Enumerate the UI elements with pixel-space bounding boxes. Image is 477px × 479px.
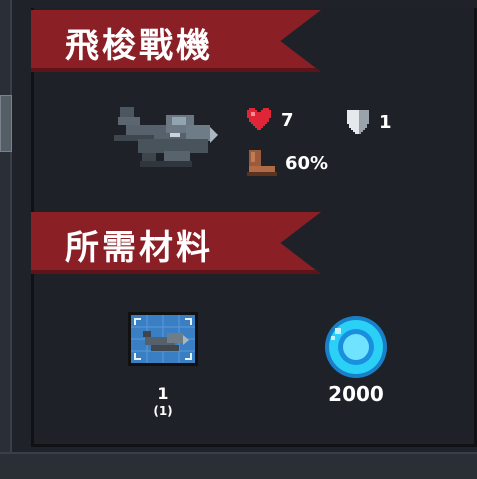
speed-value: 60% [285, 152, 329, 174]
blueprint-amount: 1 [157, 384, 169, 403]
fighter-jet-icon [114, 107, 218, 167]
materials-title-ribbon: 所需材料 [31, 212, 321, 274]
armor-value: 1 [379, 111, 392, 133]
gem-amount: 2000 [328, 382, 384, 406]
blueprint-fighter-icon [131, 315, 195, 363]
armor-stat: 1 [345, 108, 392, 136]
shield-icon [347, 110, 369, 134]
hp-stat: 7 [245, 108, 294, 132]
bottom-bar [0, 452, 477, 479]
unit-title: 飛梭戰機 [65, 26, 213, 66]
left-scroll-strip [0, 0, 12, 477]
blueprint-owned: (1) [153, 404, 173, 418]
blueprint-item[interactable] [128, 312, 198, 366]
blue-gem-coin-icon[interactable] [323, 314, 389, 380]
unit-title-ribbon: 飛梭戰機 [31, 10, 321, 72]
speed-stat: 60% [245, 150, 328, 176]
boot-icon [247, 150, 277, 176]
hp-value: 7 [281, 109, 294, 131]
materials-title: 所需材料 [65, 228, 213, 268]
heart-icon [247, 108, 271, 130]
scroll-handle[interactable] [0, 95, 12, 152]
